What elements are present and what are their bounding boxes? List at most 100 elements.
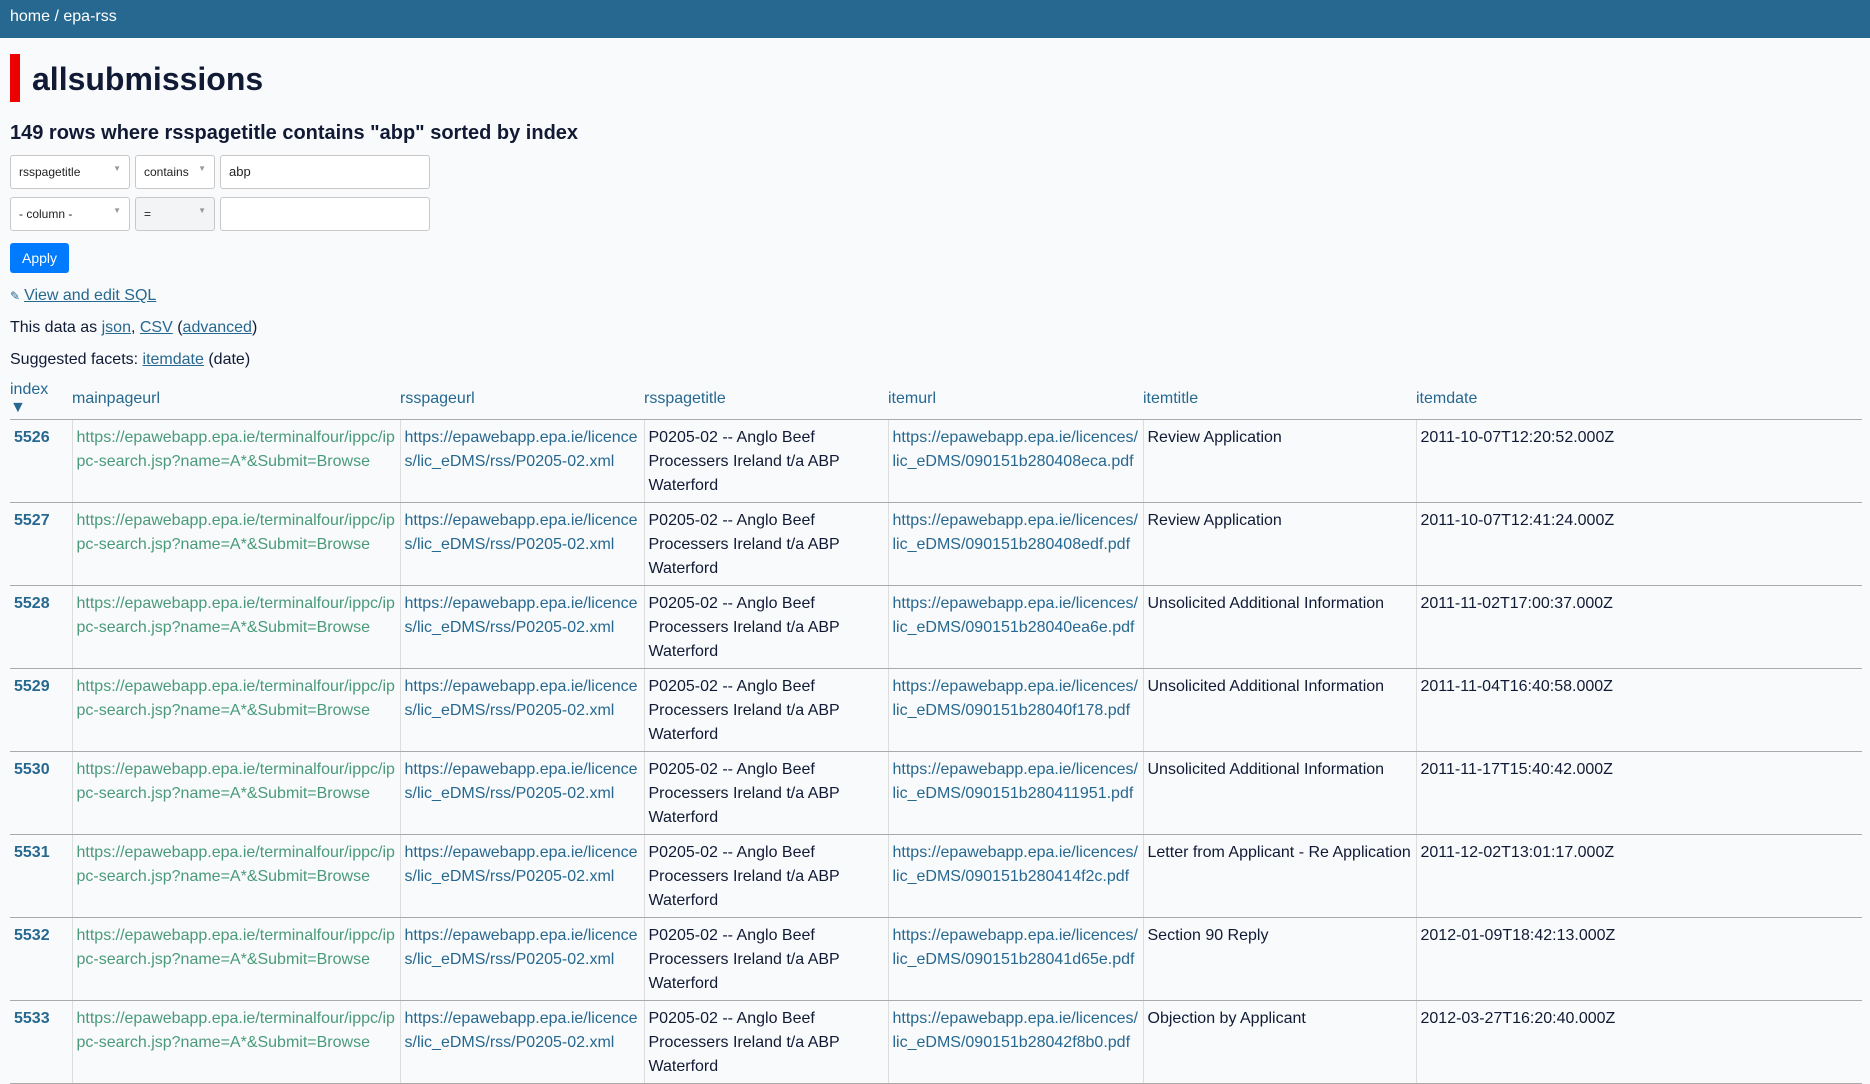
cell-itemurl: https://epawebapp.epa.ie/licences/lic_eD… — [887, 502, 1143, 586]
index-link[interactable]: 5531 — [14, 844, 50, 861]
cell-itemdate: 2011-11-17T15:40:42.000Z — [1415, 751, 1862, 835]
facet-type: (date) — [203, 351, 251, 368]
cell-itemtitle: Objection by Applicant — [1142, 1000, 1416, 1084]
export-paren-close: ) — [251, 319, 258, 336]
cell-rsspageurl: https://epawebapp.epa.ie/licences/lic_eD… — [399, 751, 644, 835]
cell-rsspageurl: https://epawebapp.epa.ie/licences/lic_eD… — [399, 834, 644, 918]
cell-rsspageurl: https://epawebapp.epa.ie/licences/lic_eD… — [399, 419, 644, 503]
apply-button[interactable]: Apply — [10, 243, 70, 273]
cell-itemurl: https://epawebapp.epa.ie/licences/lic_eD… — [887, 419, 1143, 503]
mainpageurl-link[interactable]: https://epawebapp.epa.ie/terminalfour/ip… — [77, 512, 395, 553]
column-header-rsspagetitle[interactable]: rsspagetitle — [644, 381, 888, 420]
mainpageurl-link[interactable]: https://epawebapp.epa.ie/terminalfour/ip… — [77, 595, 395, 636]
itemurl-link[interactable]: https://epawebapp.epa.ie/licences/lic_eD… — [893, 1010, 1139, 1051]
rsspageurl-link[interactable]: https://epawebapp.epa.ie/licences/lic_eD… — [405, 512, 638, 553]
mainpageurl-link[interactable]: https://epawebapp.epa.ie/terminalfour/ip… — [77, 429, 395, 470]
column-header-itemurl[interactable]: itemurl — [888, 381, 1143, 420]
cell-rsspageurl: https://epawebapp.epa.ie/licences/lic_eD… — [399, 585, 644, 669]
filter-column-value: rsspagetitle — [19, 165, 81, 179]
results-summary: 149 rows where rsspagetitle contains "ab… — [10, 122, 579, 144]
rsspageurl-link[interactable]: https://epawebapp.epa.ie/licences/lic_eD… — [405, 678, 638, 719]
filter-operator-select[interactable]: = ▼ — [135, 197, 215, 231]
breadcrumb-home-link[interactable]: home — [10, 8, 50, 25]
mainpageurl-link[interactable]: https://epawebapp.epa.ie/terminalfour/ip… — [77, 678, 395, 719]
view-edit-sql-link[interactable]: View and edit SQL — [24, 287, 156, 304]
facets-row: Suggested facets: itemdate (date) — [10, 351, 1860, 369]
column-header-itemdate[interactable]: itemdate — [1416, 381, 1862, 420]
cell-rsspagetitle: P0205-02 -- Anglo Beef Processers Irelan… — [643, 668, 888, 752]
rsspageurl-link[interactable]: https://epawebapp.epa.ie/licences/lic_eD… — [405, 1010, 638, 1051]
column-header-rsspageurl[interactable]: rsspageurl — [400, 381, 644, 420]
itemurl-link[interactable]: https://epawebapp.epa.ie/licences/lic_eD… — [893, 512, 1139, 553]
sql-link-row: ✎ View and edit SQL — [10, 287, 1860, 305]
cell-mainpageurl: https://epawebapp.epa.ie/terminalfour/ip… — [71, 585, 400, 669]
column-header-mainpageurl[interactable]: mainpageurl — [72, 381, 400, 420]
cell-rsspagetitle: P0205-02 -- Anglo Beef Processers Irelan… — [643, 1000, 888, 1084]
index-link[interactable]: 5529 — [14, 678, 50, 695]
cell-itemurl: https://epawebapp.epa.ie/licences/lic_eD… — [887, 668, 1143, 752]
itemurl-link[interactable]: https://epawebapp.epa.ie/licences/lic_eD… — [893, 429, 1139, 470]
export-row: This data as json, CSV (advanced) — [10, 319, 1860, 337]
chevron-down-icon: ▼ — [198, 206, 206, 215]
filter-value-input[interactable]: abp — [220, 155, 430, 189]
itemurl-link[interactable]: https://epawebapp.epa.ie/licences/lic_eD… — [893, 678, 1139, 719]
filter-operator-select[interactable]: contains ▼ — [135, 155, 215, 189]
cell-index: 5533 — [10, 1000, 72, 1084]
breadcrumb-separator: / — [50, 8, 64, 25]
itemurl-link[interactable]: https://epawebapp.epa.ie/licences/lic_eD… — [893, 761, 1139, 802]
cell-itemtitle: Unsolicited Additional Information — [1142, 585, 1416, 669]
export-comma: , — [130, 319, 140, 336]
cell-itemdate: 2011-11-04T16:40:58.000Z — [1415, 668, 1862, 752]
page-title: allsubmissions — [10, 54, 1860, 102]
pencil-icon: ✎ — [10, 289, 21, 303]
results-table: index ▼ mainpageurl rsspageurl rsspageti… — [10, 381, 1862, 1084]
cell-mainpageurl: https://epawebapp.epa.ie/terminalfour/ip… — [71, 751, 400, 835]
index-link[interactable]: 5532 — [14, 927, 50, 944]
index-link[interactable]: 5527 — [14, 512, 50, 529]
rsspageurl-link[interactable]: https://epawebapp.epa.ie/licences/lic_eD… — [405, 927, 638, 968]
index-link[interactable]: 5533 — [14, 1010, 50, 1027]
filter-value-input[interactable] — [220, 197, 430, 231]
itemurl-link[interactable]: https://epawebapp.epa.ie/licences/lic_eD… — [893, 844, 1139, 885]
rsspageurl-link[interactable]: https://epawebapp.epa.ie/licences/lic_eD… — [405, 429, 638, 470]
cell-index: 5528 — [10, 585, 72, 669]
cell-itemurl: https://epawebapp.epa.ie/licences/lic_eD… — [887, 585, 1143, 669]
cell-rsspageurl: https://epawebapp.epa.ie/licences/lic_eD… — [399, 668, 644, 752]
json-link[interactable]: json — [102, 319, 131, 336]
mainpageurl-link[interactable]: https://epawebapp.epa.ie/terminalfour/ip… — [77, 927, 395, 968]
column-header-itemtitle[interactable]: itemtitle — [1143, 381, 1416, 420]
table-row: 5532 https://epawebapp.epa.ie/terminalfou… — [10, 917, 1862, 1001]
export-label: This data as — [10, 319, 102, 336]
cell-rsspagetitle: P0205-02 -- Anglo Beef Processers Irelan… — [643, 834, 888, 918]
cell-itemtitle: Review Application — [1142, 419, 1416, 503]
cell-itemdate: 2011-12-02T13:01:17.000Z — [1415, 834, 1862, 918]
csv-link[interactable]: CSV — [140, 319, 173, 336]
cell-index: 5527 — [10, 502, 72, 586]
filter-column-value: - column - — [19, 207, 73, 221]
index-link[interactable]: 5526 — [14, 429, 50, 446]
filter-column-select[interactable]: rsspagetitle ▼ — [10, 155, 130, 189]
itemurl-link[interactable]: https://epawebapp.epa.ie/licences/lic_eD… — [893, 595, 1139, 636]
cell-itemtitle: Unsolicited Additional Information — [1142, 751, 1416, 835]
filter-row-2: - column - ▼ = ▼ — [10, 197, 1860, 231]
cell-itemdate: 2011-11-02T17:00:37.000Z — [1415, 585, 1862, 669]
advanced-link[interactable]: advanced — [183, 319, 252, 336]
filter-column-select[interactable]: - column - ▼ — [10, 197, 130, 231]
top-nav-bar: home / epa-rss — [0, 0, 1870, 38]
cell-rsspageurl: https://epawebapp.epa.ie/licences/lic_eD… — [399, 917, 644, 1001]
mainpageurl-link[interactable]: https://epawebapp.epa.ie/terminalfour/ip… — [77, 844, 395, 885]
rsspageurl-link[interactable]: https://epawebapp.epa.ie/licences/lic_eD… — [405, 844, 638, 885]
rsspageurl-link[interactable]: https://epawebapp.epa.ie/licences/lic_eD… — [405, 595, 638, 636]
column-header-index[interactable]: index ▼ — [10, 381, 72, 420]
breadcrumb-db-link[interactable]: epa-rss — [63, 8, 116, 25]
rsspageurl-link[interactable]: https://epawebapp.epa.ie/licences/lic_eD… — [405, 761, 638, 802]
facet-itemdate-link[interactable]: itemdate — [143, 351, 204, 368]
table-row: 5526 https://epawebapp.epa.ie/terminalfou… — [10, 419, 1862, 503]
mainpageurl-link[interactable]: https://epawebapp.epa.ie/terminalfour/ip… — [77, 1010, 395, 1051]
index-link[interactable]: 5528 — [14, 595, 50, 612]
filter-row-1: rsspagetitle ▼ contains ▼ abp — [10, 155, 1860, 189]
index-link[interactable]: 5530 — [14, 761, 50, 778]
itemurl-link[interactable]: https://epawebapp.epa.ie/licences/lic_eD… — [893, 927, 1139, 968]
table-row: 5530 https://epawebapp.epa.ie/terminalfou… — [10, 751, 1862, 835]
mainpageurl-link[interactable]: https://epawebapp.epa.ie/terminalfour/ip… — [77, 761, 395, 802]
